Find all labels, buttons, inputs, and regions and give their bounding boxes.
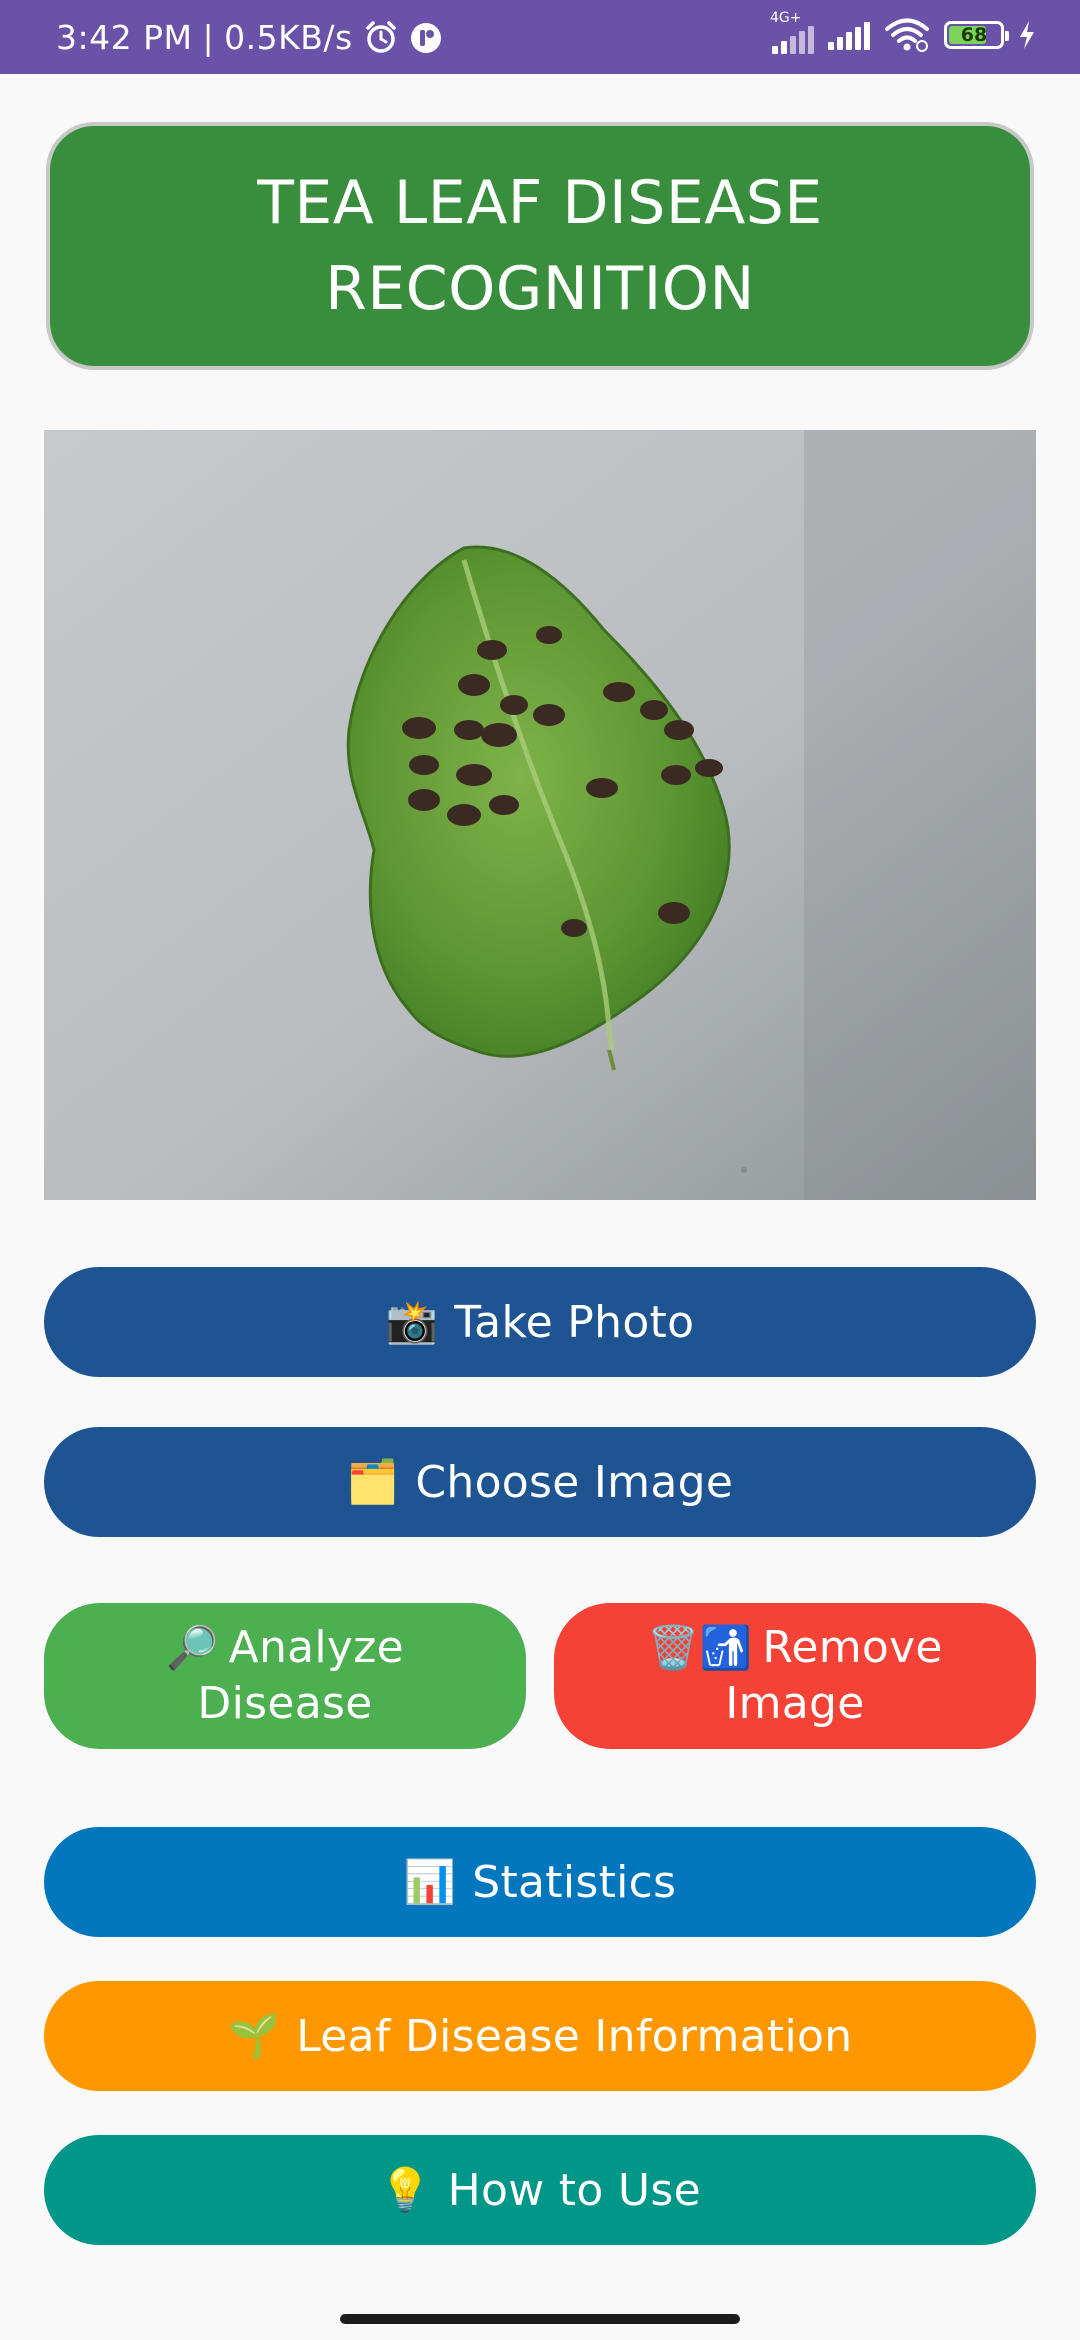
signal-icon: 4G+: [770, 10, 814, 54]
leaf-disease-info-label: Leaf Disease Information: [296, 2010, 853, 2062]
magnifier-icon: 🔎: [165, 1623, 219, 1672]
battery-icon: 68: [944, 21, 1009, 49]
status-time: 3:42 PM: [56, 18, 193, 57]
analyze-disease-label: Analyze Disease: [197, 1622, 405, 1729]
signal-icon: [828, 20, 870, 50]
lightbulb-icon: 💡: [379, 2165, 432, 2214]
camera-icon: 📸: [385, 1297, 439, 1346]
statistics-button[interactable]: 📊 Statistics: [44, 1827, 1036, 1937]
remove-image-button[interactable]: 🗑️🚮 Remove Image: [554, 1603, 1036, 1749]
status-left: 3:42 PM | 0.5KB/s: [56, 18, 443, 57]
status-right: 4G+ 68: [770, 10, 1036, 54]
status-network-speed: 0.5KB/s: [224, 18, 353, 57]
folder-icon: 🗂️: [346, 1457, 400, 1506]
alarm-icon: [363, 20, 399, 56]
leaf-disease-info-button[interactable]: 🌱 Leaf Disease Information: [44, 1981, 1036, 2091]
how-to-use-button[interactable]: 💡 How to Use: [44, 2135, 1036, 2245]
how-to-use-label: How to Use: [447, 2164, 701, 2216]
app-title-banner: TEA LEAF DISEASE RECOGNITION: [46, 122, 1034, 370]
seedling-icon: 🌱: [227, 2011, 281, 2060]
take-photo-label: Take Photo: [454, 1296, 695, 1348]
status-separator: |: [202, 18, 215, 57]
leaf-preview-image: [44, 430, 1036, 1200]
statistics-label: Statistics: [472, 1856, 677, 1908]
notification-icon: [409, 21, 443, 55]
network-type-label: 4G+: [770, 10, 802, 26]
gesture-nav-handle[interactable]: [340, 2314, 740, 2324]
status-bar: 3:42 PM | 0.5KB/s 4G+ 68: [0, 0, 1080, 74]
wifi-icon: [884, 18, 930, 52]
choose-image-button[interactable]: 🗂️ Choose Image: [44, 1427, 1036, 1537]
choose-image-label: Choose Image: [415, 1456, 734, 1508]
bar-chart-icon: 📊: [403, 1857, 457, 1906]
leaf-photo: [44, 430, 1036, 1200]
take-photo-button[interactable]: 📸 Take Photo: [44, 1267, 1036, 1377]
remove-image-label: Remove Image: [725, 1622, 943, 1729]
battery-level: 68: [960, 24, 988, 46]
analyze-disease-button[interactable]: 🔎 Analyze Disease: [44, 1603, 526, 1749]
trash-icon: 🗑️🚮: [647, 1623, 753, 1672]
app-screen: 3:42 PM | 0.5KB/s 4G+ 68 TEA LEAF DISEAS…: [0, 0, 1080, 2340]
charging-icon: [1018, 20, 1036, 50]
page-title: TEA LEAF DISEASE RECOGNITION: [257, 168, 823, 324]
